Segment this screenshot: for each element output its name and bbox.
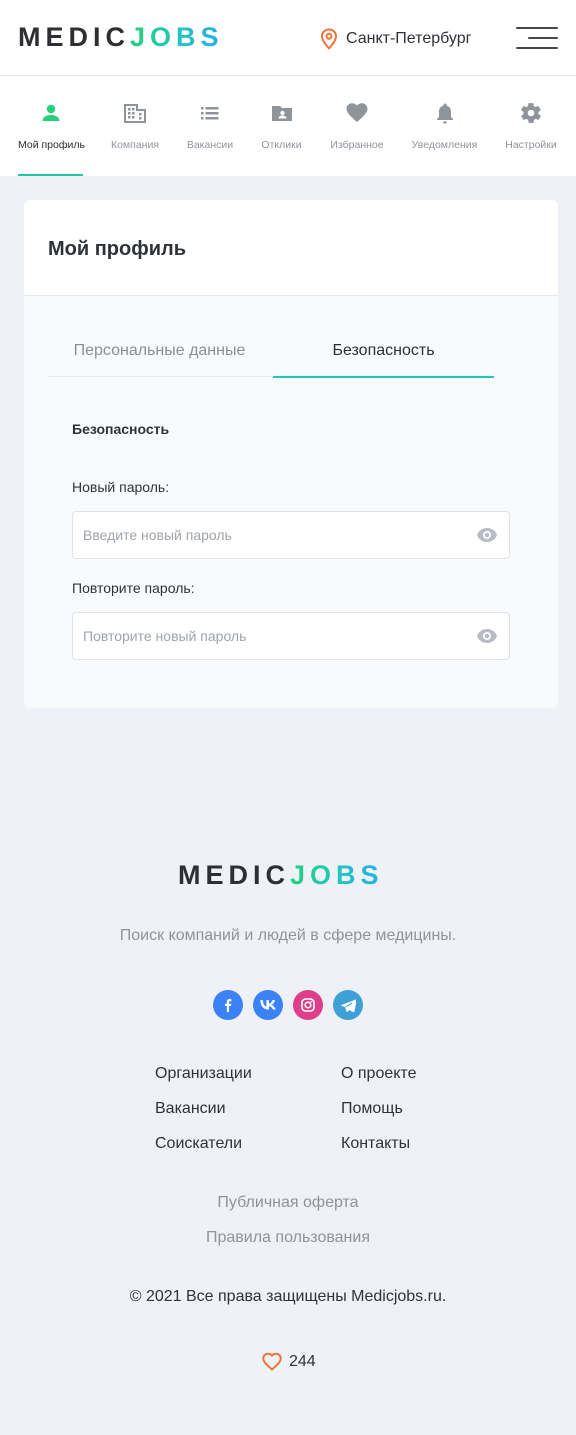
footer-link-organizations[interactable]: Организации: [155, 1065, 252, 1083]
footer-link-contacts[interactable]: Контакты: [341, 1135, 410, 1153]
eye-icon[interactable]: [476, 527, 498, 543]
likes-counter[interactable]: 244: [261, 1352, 316, 1371]
facebook-icon[interactable]: [213, 990, 243, 1020]
gear-icon: [521, 103, 541, 123]
repeat-password-input[interactable]: [73, 613, 463, 659]
card-header: Мой профиль: [24, 200, 558, 296]
eye-icon[interactable]: [476, 628, 498, 644]
profile-tabs: Персональные данные Безопасность: [48, 326, 494, 378]
city-selector[interactable]: Санкт-Петербург: [320, 28, 471, 50]
user-icon: [42, 104, 59, 121]
nav-item-notifications[interactable]: Уведомления: [410, 76, 479, 176]
nav-label: Мой профиль: [18, 139, 85, 151]
nav-label: Компания: [110, 139, 160, 151]
footer-link-help[interactable]: Помощь: [341, 1100, 403, 1118]
city-name: Санкт-Петербург: [346, 30, 472, 47]
footer-tagline: Поиск компаний и людей в сфере медицины.: [119, 927, 457, 944]
nav-label: Вакансии: [186, 139, 234, 151]
heart-outline-icon: [262, 1352, 282, 1371]
copyright: © 2021 Все права защищены Medicjobs.ru.: [129, 1288, 447, 1305]
folder-user-icon: [271, 106, 292, 121]
vk-icon[interactable]: [253, 990, 283, 1020]
nav-item-vacancies[interactable]: Вакансии: [183, 76, 237, 176]
location-pin-icon: [320, 28, 338, 50]
bell-icon: [436, 103, 453, 124]
nav-item-company[interactable]: Компания: [105, 76, 165, 176]
nav-item-my-profile[interactable]: Мой профиль: [18, 76, 85, 176]
social-links: [213, 990, 365, 1020]
page-title: Мой профиль: [48, 238, 187, 260]
tab-personal-data[interactable]: Персональные данные: [48, 326, 271, 377]
list-icon: [201, 107, 219, 120]
building-icon: [124, 104, 146, 123]
profile-nav: Мой профиль Компания Вакансии Отклики Из…: [0, 76, 576, 176]
repeat-password-label: Повторите пароль:: [72, 580, 195, 596]
new-password-field: [72, 511, 510, 559]
nav-label: Уведомления: [411, 139, 478, 151]
site-header: MEDICJOBS Санкт-Петербург: [0, 0, 576, 76]
tab-security[interactable]: Безопасность: [273, 326, 494, 378]
public-offer-link[interactable]: Публичная оферта: [0, 1194, 576, 1212]
likes-count: 244: [289, 1352, 316, 1370]
nav-label: Настройки: [505, 139, 557, 151]
repeat-password-field: [72, 612, 510, 660]
section-title: Безопасность: [72, 421, 170, 437]
new-password-label: Новый пароль:: [72, 479, 170, 495]
logo[interactable]: MEDICJOBS: [18, 22, 224, 53]
telegram-icon[interactable]: [333, 990, 363, 1020]
nav-item-favorites[interactable]: Избранное: [328, 76, 386, 176]
footer-logo[interactable]: MEDICJOBS: [178, 860, 384, 891]
nav-item-settings[interactable]: Настройки: [502, 76, 560, 176]
heart-icon: [346, 103, 368, 122]
footer-link-vacancies[interactable]: Вакансии: [155, 1100, 226, 1118]
burger-menu-icon[interactable]: [516, 26, 558, 52]
footer-link-seekers[interactable]: Соискатели: [155, 1135, 242, 1153]
terms-link[interactable]: Правила пользования: [0, 1229, 576, 1247]
nav-label: Отклики: [261, 139, 302, 151]
nav-label: Избранное: [330, 139, 384, 151]
nav-item-responses[interactable]: Отклики: [258, 76, 305, 176]
instagram-icon[interactable]: [293, 990, 323, 1020]
new-password-input[interactable]: [73, 512, 463, 558]
footer-link-about[interactable]: О проекте: [341, 1065, 416, 1083]
